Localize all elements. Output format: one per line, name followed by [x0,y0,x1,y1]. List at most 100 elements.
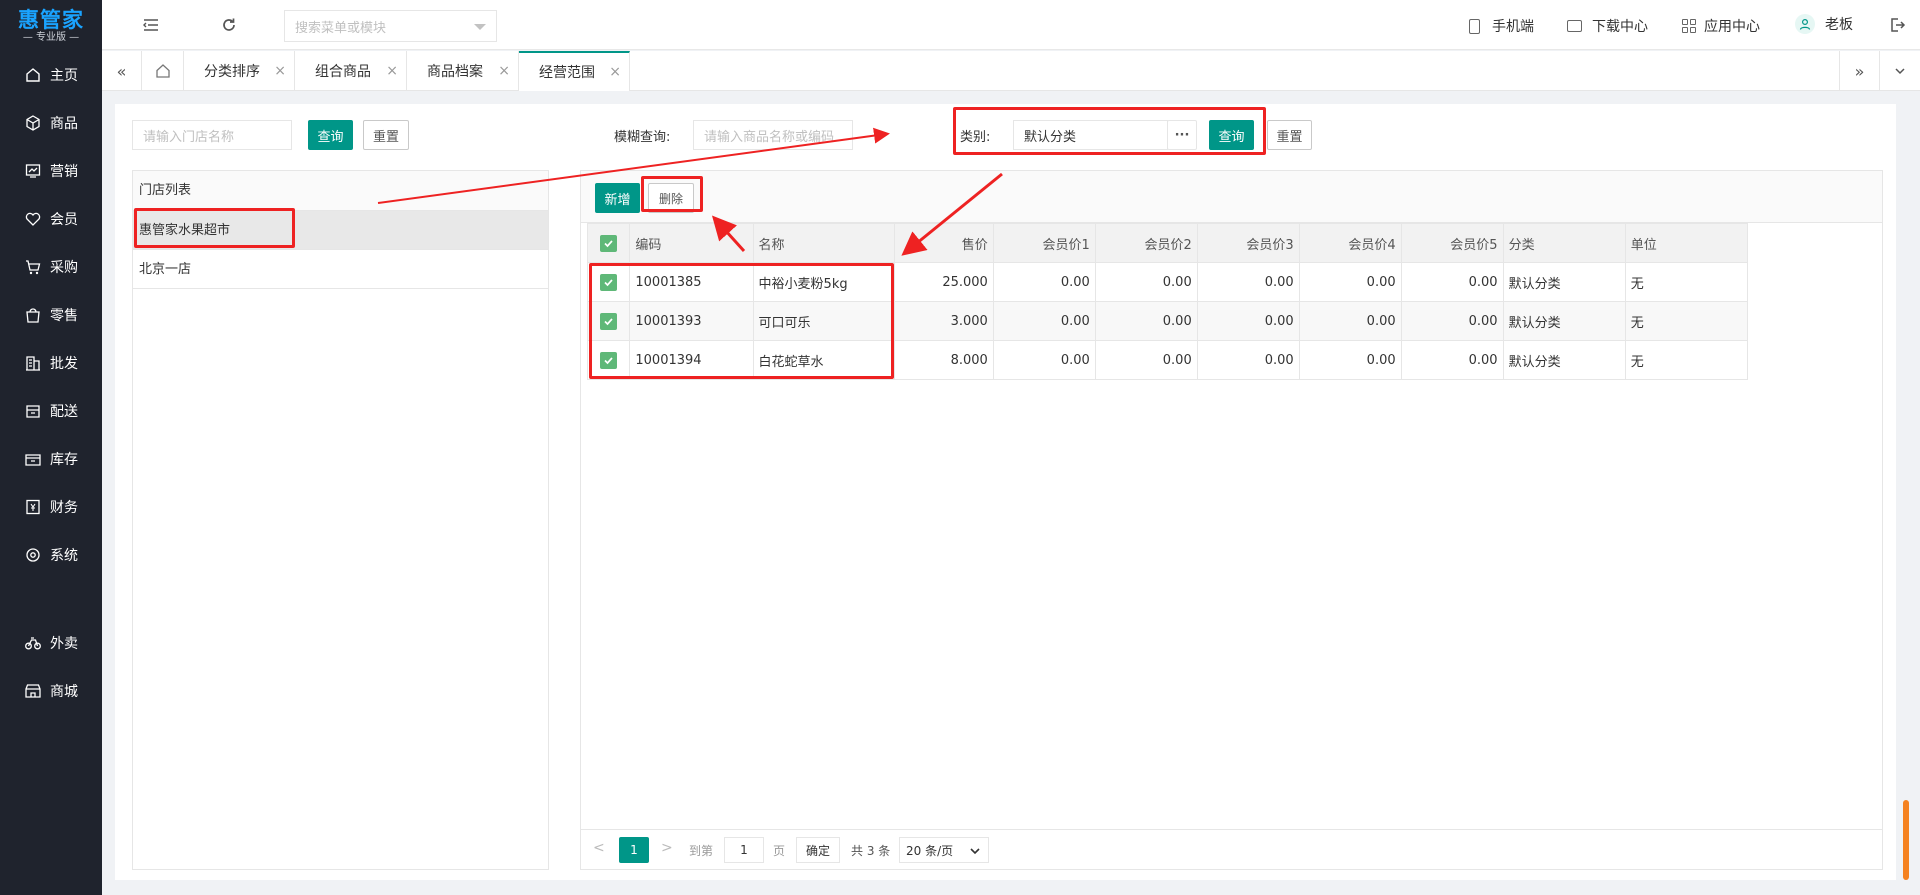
close-icon[interactable]: × [609,64,621,80]
table-row[interactable]: 10001393 可口可乐 3.000 0.00 0.00 0.00 0.00 0.00 默认分… [586,301,1749,341]
tab[interactable]: 分类排序 × [184,51,295,91]
cell-member-price-5: 0.00 [1400,340,1504,380]
sidebar-item[interactable]: 商品 [0,105,102,141]
sidebar-item[interactable]: 系统 [0,537,102,573]
cell-member-price-4: 0.00 [1298,301,1402,341]
sidebar-item[interactable]: 商城 [0,673,102,709]
bike-icon [24,634,42,652]
goto-confirm-button[interactable]: 确定 [796,837,840,863]
scrollbar-thumb[interactable] [1903,800,1909,880]
cell-member-price-5: 0.00 [1400,262,1504,302]
sidebar-item[interactable]: 主页 [0,57,102,93]
tab-bar: « 分类排序 × 组合商品 × 商品档案 × 经营范围 × » [102,51,1920,91]
user-menu[interactable]: 老板 [1795,14,1853,34]
logo: 惠管家 — 专业版 — [0,0,102,50]
store-query-button[interactable]: 查询 [308,120,353,150]
chevron-down-icon [474,24,486,30]
sidebar-item[interactable]: 会员 [0,201,102,237]
header-code[interactable]: 编码 [629,223,754,263]
sidebar-item[interactable]: 批发 [0,345,102,381]
category-select[interactable]: 默认分类 [1013,120,1168,150]
store-list-item[interactable]: 北京一店 [133,250,548,289]
row-checkbox[interactable] [600,312,618,330]
header-price[interactable]: 售价 [893,223,994,263]
tab[interactable]: 经营范围 × [519,51,630,91]
store-list-item[interactable]: 惠管家水果超市 [133,211,548,250]
brand-subtitle: — 专业版 — [22,32,80,43]
add-button[interactable]: 新增 [595,183,640,213]
sidebar-item-label: 主页 [50,68,78,84]
cell-category: 默认分类 [1502,340,1626,380]
select-all-checkbox[interactable] [600,234,618,252]
store-name-input[interactable]: 请输入门店名称 [132,120,292,150]
row-checkbox[interactable] [600,273,618,291]
header-unit[interactable]: 单位 [1624,223,1749,263]
sidebar-item[interactable]: 采购 [0,249,102,285]
mobile-link[interactable]: 手机端 [1469,16,1534,36]
store-list-header: 门店列表 [133,171,548,211]
sidebar-item[interactable]: 零售 [0,297,102,333]
tabs-menu-chevron-icon[interactable] [1879,51,1920,91]
header-member-price-4[interactable]: 会员价4 [1298,223,1402,263]
prev-page-icon[interactable]: < [593,840,605,856]
shop-icon [24,682,42,700]
row-select-cell[interactable] [586,262,631,302]
logout-icon[interactable] [1888,16,1906,34]
mobile-label: 手机端 [1492,19,1534,35]
download-center-link[interactable]: 下载中心 [1567,16,1648,36]
cell-price: 3.000 [893,301,994,341]
pagination: < 1 > 到第 1 页 确定 共 3 条 20 条/页 [581,829,1882,869]
page-1-button[interactable]: 1 [619,837,649,863]
sidebar-item-label: 财务 [50,500,78,516]
sidebar-item[interactable]: 外卖 [0,625,102,661]
sidebar-item[interactable]: 财务 [0,489,102,525]
product-reset-button[interactable]: 重置 [1267,120,1312,150]
close-icon[interactable]: × [386,63,398,79]
header-member-price-3[interactable]: 会员价3 [1196,223,1300,263]
fuzzy-query-input[interactable]: 请输入商品名称或编码 [693,120,853,150]
cart-icon [24,258,42,276]
header-member-price-2[interactable]: 会员价2 [1094,223,1198,263]
menu-search-placeholder: 搜索菜单或模块 [295,20,387,36]
heart-icon [24,210,42,228]
tabs-scroll-right-icon[interactable]: » [1839,51,1879,91]
menu-collapse-icon[interactable] [142,16,160,34]
delete-button[interactable]: 删除 [648,183,694,213]
app-center-link[interactable]: 应用中心 [1682,16,1760,36]
menu-search-select[interactable]: 搜索菜单或模块 [284,10,497,42]
store-reset-button[interactable]: 重置 [363,120,409,150]
tab[interactable]: 商品档案 × [407,51,519,91]
box-icon [24,114,42,132]
category-more-button[interactable]: ··· [1167,120,1197,150]
sidebar-item[interactable]: 库存 [0,441,102,477]
sidebar-item[interactable]: 配送 [0,393,102,429]
header-member-price-1[interactable]: 会员价1 [992,223,1096,263]
close-icon[interactable]: × [274,63,286,79]
row-select-cell[interactable] [586,340,631,380]
tabs-scroll-left-icon[interactable]: « [102,51,142,91]
next-page-icon[interactable]: > [661,840,673,856]
select-all-cell[interactable] [586,223,631,263]
header-name[interactable]: 名称 [752,223,895,263]
sidebar-item-label: 配送 [50,404,78,420]
row-select-cell[interactable] [586,301,631,341]
refresh-icon[interactable] [220,16,238,34]
product-query-button[interactable]: 查询 [1209,120,1254,150]
sidebar-item[interactable]: 营销 [0,153,102,189]
cell-category: 默认分类 [1502,262,1626,302]
row-checkbox[interactable] [600,351,618,369]
content-area: 请输入门店名称 查询 重置 模糊查询: 请输入商品名称或编码 类别: 默认分类 … [115,104,1909,880]
tab[interactable]: 组合商品 × [295,51,407,91]
cell-price: 25.000 [893,262,994,302]
settings-icon [24,546,42,564]
header-member-price-5[interactable]: 会员价5 [1400,223,1504,263]
tab-home[interactable] [142,51,184,91]
page-number-input[interactable]: 1 [724,837,764,863]
cell-unit: 无 [1624,301,1749,341]
close-icon[interactable]: × [498,63,510,79]
cell-price: 8.000 [893,340,994,380]
table-row[interactable]: 10001394 白花蛇草水 8.000 0.00 0.00 0.00 0.00 0.00 默认… [586,340,1749,380]
header-category[interactable]: 分类 [1502,223,1626,263]
table-row[interactable]: 10001385 中裕小麦粉5kg 25.000 0.00 0.00 0.00 0.00 0.… [586,262,1749,302]
page-size-select[interactable]: 20 条/页 [899,837,989,863]
